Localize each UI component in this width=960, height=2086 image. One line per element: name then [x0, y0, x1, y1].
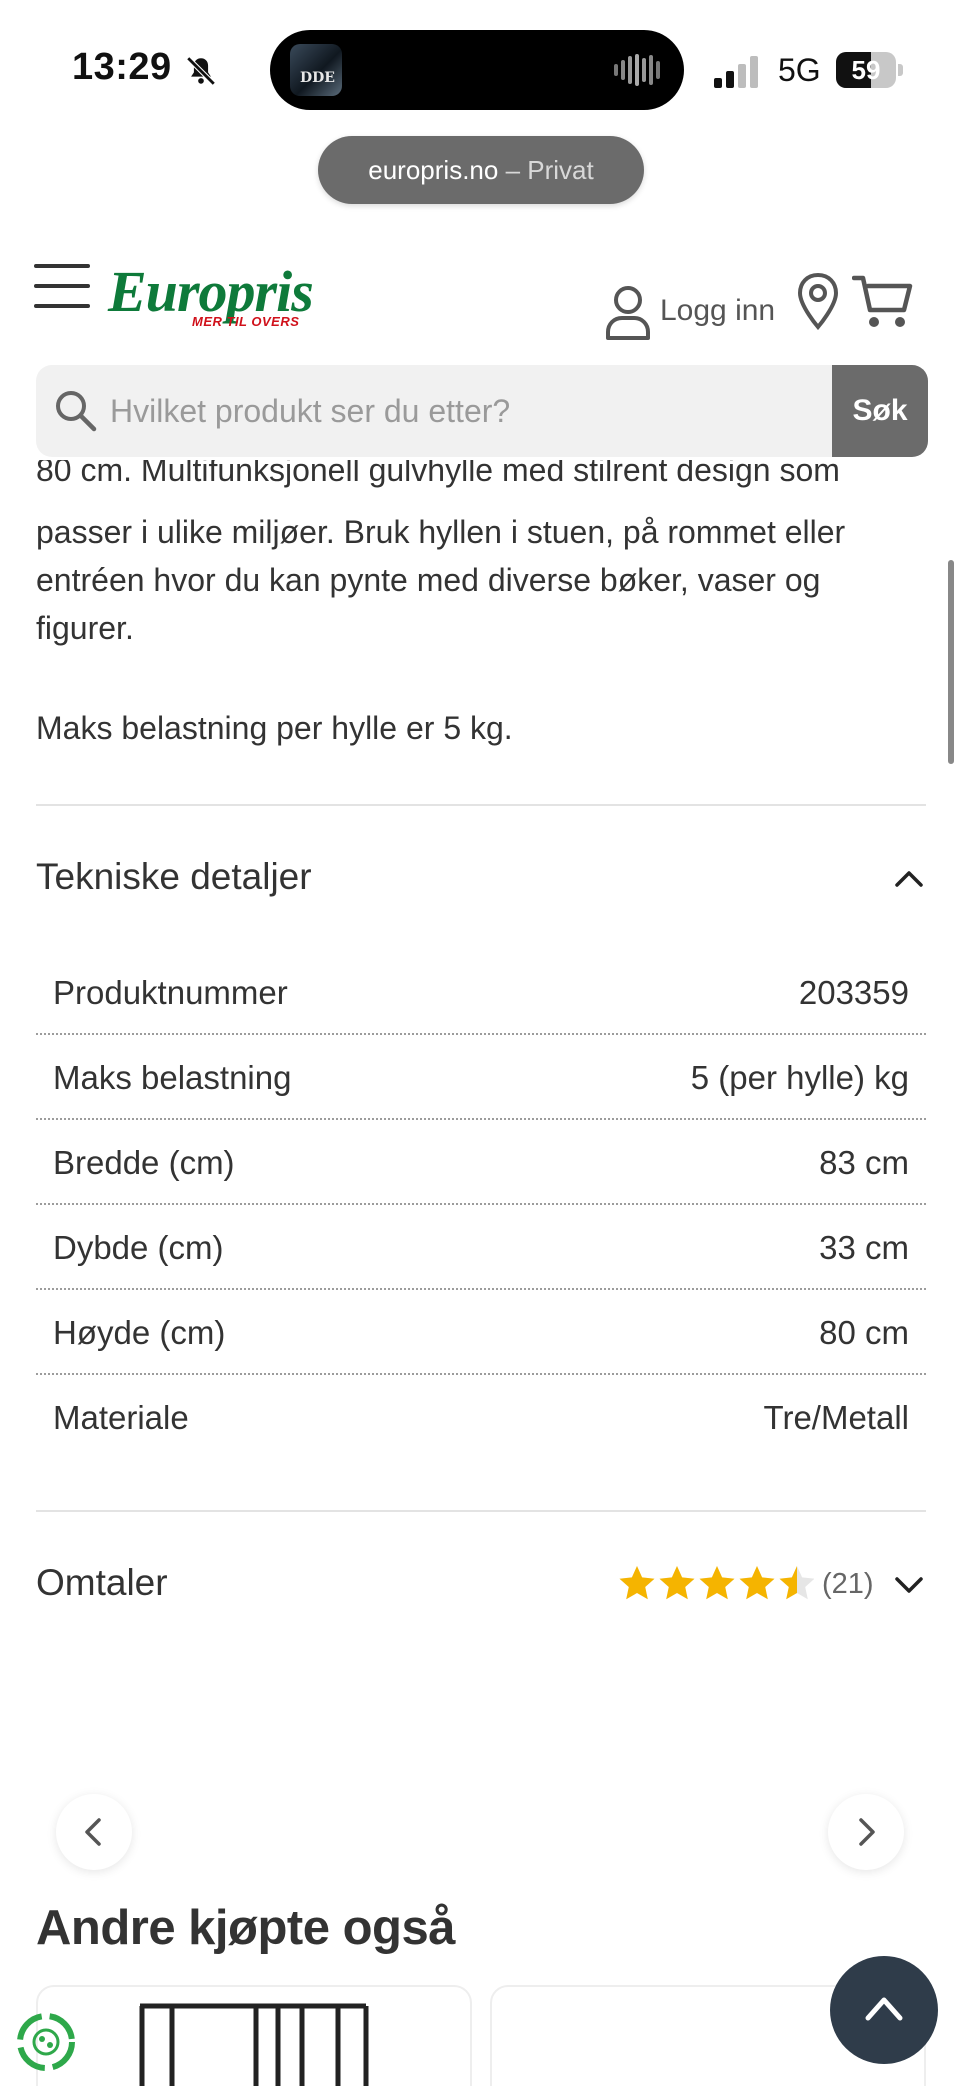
chevron-right-icon: [859, 1818, 875, 1846]
description-paragraph: passer i ulike miljøer. Bruk hyllen i st…: [36, 514, 846, 646]
network-type: 5G: [778, 52, 821, 88]
review-count: (21): [822, 1568, 874, 1600]
product-description: 80 cm. Multifunksjonell gulvhylle med st…: [36, 460, 926, 750]
spec-row: Høyde (cm) 80 cm: [36, 1290, 926, 1375]
cart-icon[interactable]: [852, 274, 914, 330]
login-label: Logg inn: [660, 294, 776, 327]
audio-waveform-icon: [614, 54, 660, 86]
browser-mode: Privat: [527, 155, 594, 185]
spec-row: Materiale Tre/Metall: [36, 1375, 926, 1460]
logo-tagline: MER TIL OVERS: [192, 314, 300, 329]
dynamic-island[interactable]: DDE: [270, 30, 684, 110]
rating-star: [739, 1566, 775, 1600]
status-time: 13:29: [72, 46, 172, 88]
section-divider: [36, 1510, 926, 1512]
spec-value: 203359: [798, 974, 909, 1011]
europris-logo[interactable]: Europris MER TIL OVERS: [108, 262, 318, 342]
site-header: Europris MER TIL OVERS Logg inn: [0, 240, 960, 350]
page-scrollbar[interactable]: [948, 560, 954, 764]
status-bar: 13:29 DDE 5G 59: [0, 0, 960, 130]
description-max-load: Maks belastning per hylle er 5 kg.: [36, 710, 513, 746]
logo-wordmark: Europris: [108, 259, 314, 324]
search-bar: Søk: [36, 365, 928, 457]
description-partial-line: 80 cm. Multifunksjonell gulvhylle med st…: [36, 460, 840, 488]
chevron-down-icon[interactable]: [892, 1568, 926, 1602]
bell-muted-icon: [186, 56, 216, 86]
spec-value: Tre/Metall: [763, 1399, 909, 1436]
spec-row: Maks belastning 5 (per hylle) kg: [36, 1035, 926, 1120]
spec-row: Dybde (cm) 33 cm: [36, 1205, 926, 1290]
carousel-prev-button[interactable]: [56, 1794, 132, 1870]
rating-star: [779, 1566, 814, 1600]
now-playing-artwork: DDE: [290, 44, 342, 96]
battery-indicator: 59: [836, 52, 904, 88]
spec-label: Materiale: [53, 1399, 189, 1436]
spec-row: Bredde (cm) 83 cm: [36, 1120, 926, 1205]
rating-star: [619, 1566, 655, 1600]
spec-label: Høyde (cm): [53, 1314, 226, 1351]
spec-label: Dybde (cm): [53, 1229, 224, 1266]
spec-label: Maks belastning: [53, 1059, 292, 1096]
spec-row: Produktnummer 203359: [36, 950, 926, 1035]
spec-label: Produktnummer: [53, 974, 288, 1011]
spec-value: 33 cm: [819, 1229, 909, 1266]
carousel-next-button[interactable]: [828, 1794, 904, 1870]
chevron-left-icon: [85, 1818, 101, 1846]
rating-star: [699, 1566, 735, 1600]
login-button[interactable]: Logg inn: [604, 270, 775, 340]
product-image: [139, 2003, 369, 2086]
technical-details-table: Produktnummer 203359 Maks belastning 5 (…: [36, 950, 926, 1460]
technical-details-title: Tekniske detaljer: [36, 856, 312, 897]
arrow-up-icon: [865, 1997, 903, 2021]
section-divider: [36, 804, 926, 806]
search-button[interactable]: Søk: [832, 365, 928, 457]
location-pin-icon[interactable]: [796, 272, 840, 330]
spec-value: 5 (per hylle) kg: [690, 1059, 909, 1096]
recycle-icon[interactable]: [14, 2010, 78, 2074]
search-input[interactable]: [110, 365, 850, 457]
chevron-up-icon[interactable]: [892, 862, 926, 896]
also-bought-title: Andre kjøpte også: [36, 1901, 455, 1955]
browser-domain: europris.no: [368, 155, 499, 185]
rating-stars: [619, 1566, 814, 1600]
hamburger-menu-icon[interactable]: [34, 264, 92, 308]
now-playing-art-text: DDE: [300, 70, 335, 86]
battery-level: 59: [851, 55, 881, 85]
browser-mode-separator: –: [498, 155, 528, 185]
spec-value: 80 cm: [819, 1314, 909, 1351]
reviews-title: Omtaler: [36, 1562, 168, 1603]
spec-value: 83 cm: [819, 1144, 909, 1181]
scroll-to-top-button[interactable]: [830, 1956, 938, 2064]
cellular-signal-icon: [714, 56, 758, 88]
browser-url-pill[interactable]: europris.no – Privat: [318, 136, 644, 204]
rating-star: [659, 1566, 695, 1600]
spec-label: Bredde (cm): [53, 1144, 235, 1181]
user-icon: [606, 286, 650, 340]
search-icon: [56, 391, 97, 432]
